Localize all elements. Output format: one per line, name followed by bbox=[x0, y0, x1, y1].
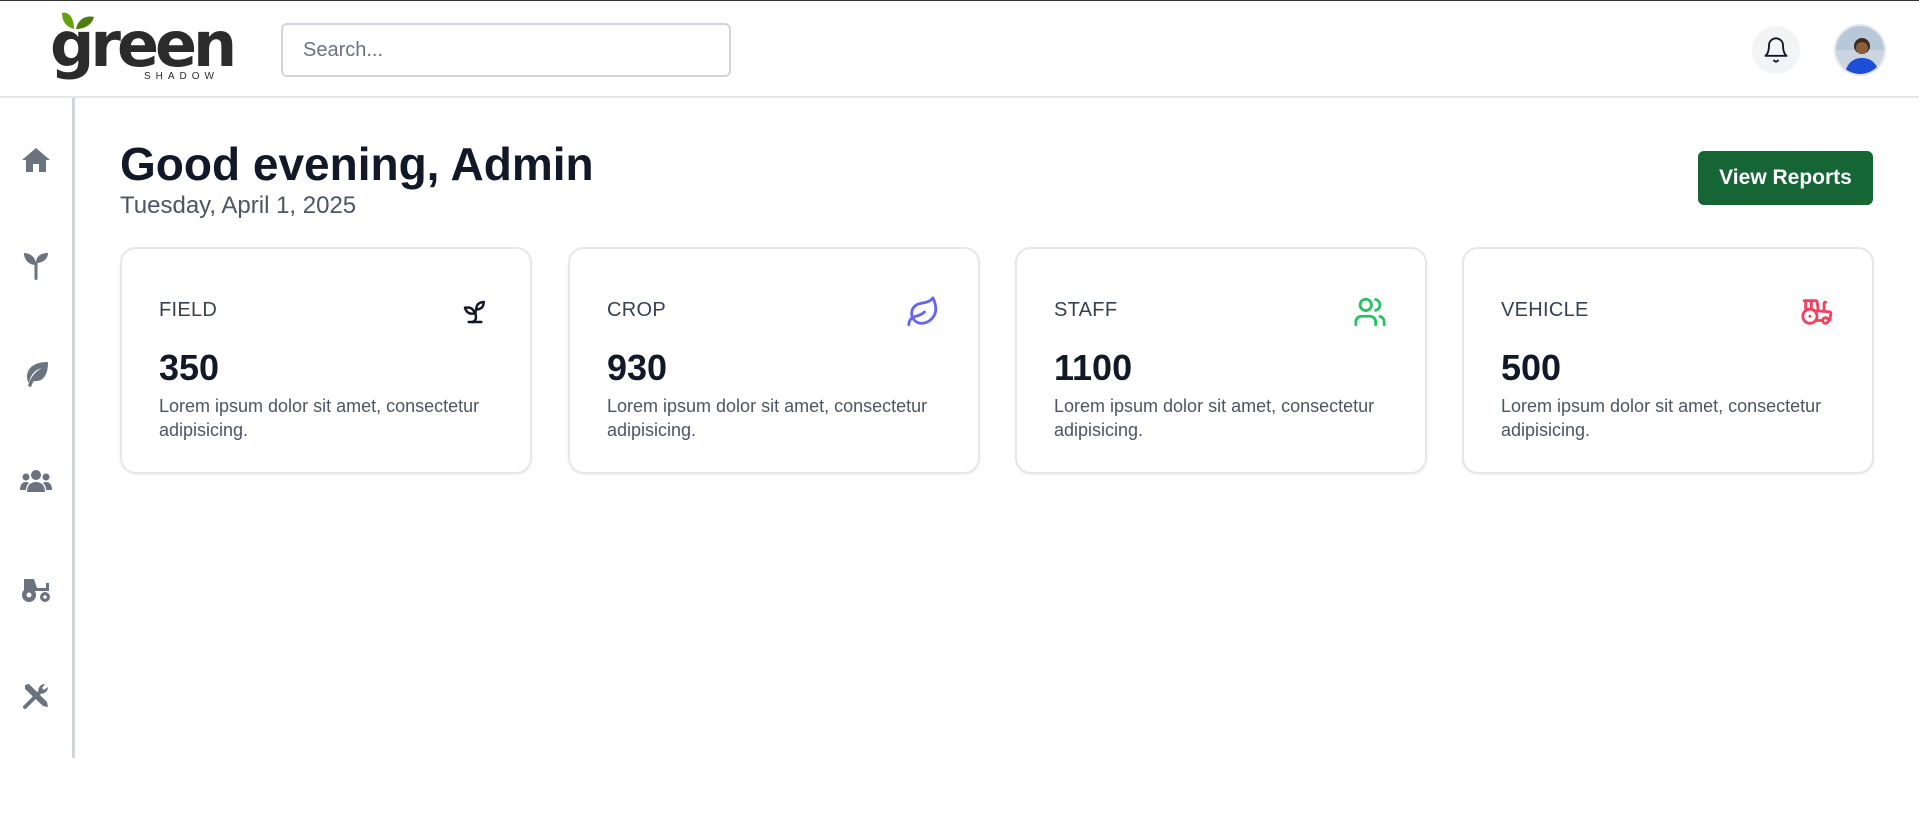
tractor-icon bbox=[1798, 293, 1836, 331]
card-description: Lorem ipsum dolor sit amet, consectetur … bbox=[1501, 396, 1822, 440]
card-description: Lorem ipsum dolor sit amet, consectetur … bbox=[159, 396, 480, 440]
users-icon bbox=[1351, 293, 1389, 331]
card-title: FIELD bbox=[159, 299, 218, 321]
stat-card-staff[interactable]: STAFF 1100 Lorem ipsum dolor sit amet, c… bbox=[1015, 247, 1427, 474]
logo-subtext: SHADOW bbox=[144, 71, 219, 82]
card-description: Lorem ipsum dolor sit amet, consectetur … bbox=[1054, 396, 1375, 440]
top-bar: green SHADOW bbox=[0, 0, 1919, 98]
stat-card-vehicle[interactable]: VEHICLE 500 Lorem ipsum dolor sit amet, … bbox=[1462, 247, 1874, 474]
sidebar-item-crops[interactable] bbox=[18, 356, 54, 392]
tools-icon bbox=[23, 684, 48, 709]
card-value: 350 bbox=[159, 347, 220, 388]
sidebar-item-home[interactable] bbox=[18, 142, 54, 178]
search-input[interactable] bbox=[281, 23, 731, 77]
sprout-icon bbox=[456, 293, 494, 331]
sidebar-item-vehicles[interactable] bbox=[18, 571, 54, 607]
card-value: 1100 bbox=[1054, 347, 1133, 388]
card-title: CROP bbox=[607, 299, 666, 321]
sidebar-item-settings[interactable] bbox=[18, 678, 54, 714]
users-icon bbox=[20, 470, 52, 492]
card-title: STAFF bbox=[1054, 299, 1118, 321]
seedling-icon bbox=[24, 253, 48, 280]
card-title: VEHICLE bbox=[1501, 299, 1589, 321]
page-title: Good evening, Admin bbox=[120, 138, 594, 190]
view-reports-button[interactable]: View Reports bbox=[1698, 151, 1873, 205]
notifications-button[interactable] bbox=[1752, 26, 1800, 74]
avatar-image bbox=[1836, 26, 1884, 74]
current-date: Tuesday, April 1, 2025 bbox=[120, 192, 357, 219]
card-description: Lorem ipsum dolor sit amet, consectetur … bbox=[607, 396, 928, 440]
card-value: 500 bbox=[1501, 347, 1562, 388]
bell-icon bbox=[1764, 37, 1788, 63]
sidebar-item-staff[interactable] bbox=[18, 463, 54, 499]
stat-card-crop[interactable]: CROP 930 Lorem ipsum dolor sit amet, con… bbox=[568, 247, 980, 474]
user-avatar[interactable] bbox=[1834, 24, 1886, 76]
card-value: 930 bbox=[607, 347, 668, 388]
sidebar-item-fields[interactable] bbox=[18, 248, 54, 284]
logo[interactable]: green SHADOW bbox=[50, 9, 240, 89]
home-icon bbox=[22, 148, 50, 172]
leaf-icon bbox=[27, 362, 48, 387]
tractor-icon bbox=[22, 579, 50, 602]
stat-card-field[interactable]: FIELD 350 Lorem ipsum dolor sit amet, co… bbox=[120, 247, 532, 474]
sidebar bbox=[0, 98, 75, 758]
leaf-icon bbox=[904, 293, 942, 331]
